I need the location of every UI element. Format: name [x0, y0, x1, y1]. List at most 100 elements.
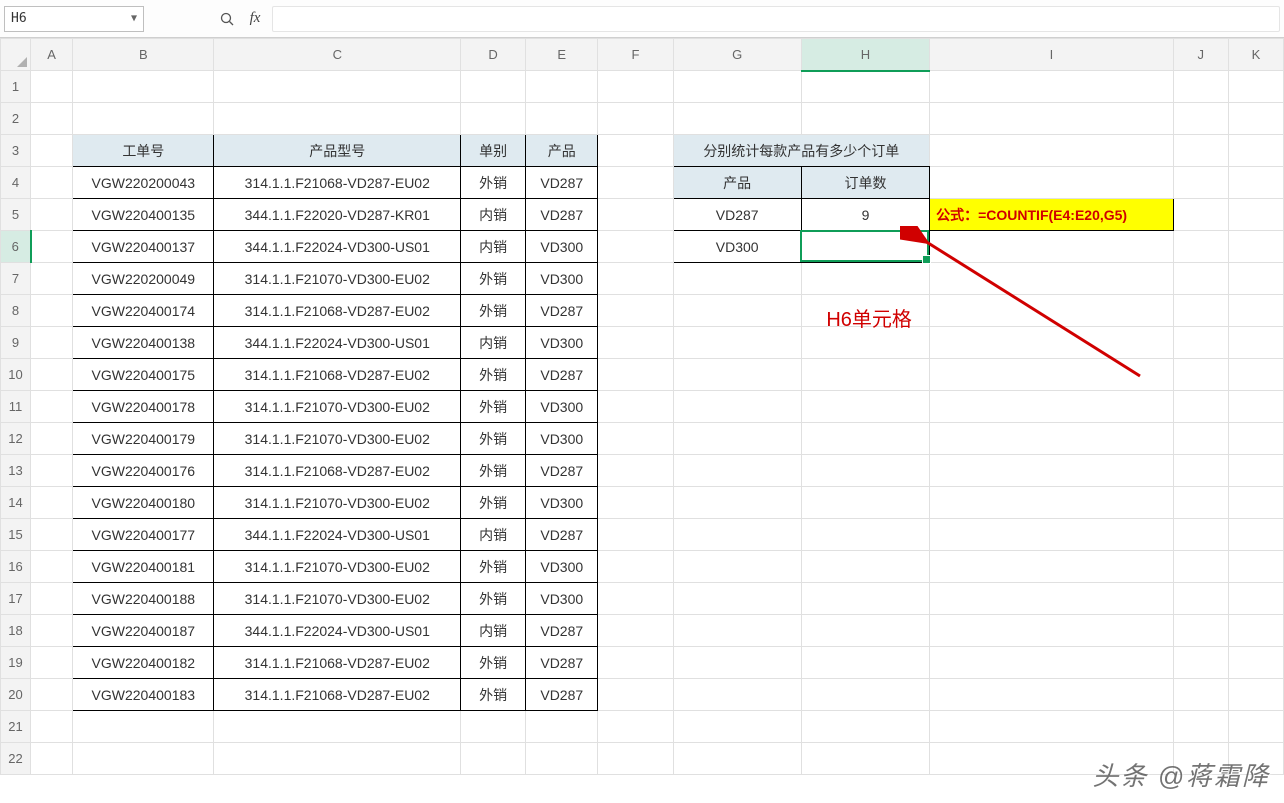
cell-F4[interactable]: [598, 167, 673, 199]
cell-E3[interactable]: 产品: [526, 135, 598, 167]
cell-G12[interactable]: [673, 423, 801, 455]
col-header-I[interactable]: I: [930, 39, 1174, 71]
cell-I18[interactable]: [930, 615, 1174, 647]
cell-F19[interactable]: [598, 647, 673, 679]
cell-B4[interactable]: VGW220200043: [73, 167, 214, 199]
cell-K1[interactable]: [1228, 71, 1283, 103]
row-header-12[interactable]: 12: [1, 423, 31, 455]
col-header-B[interactable]: B: [73, 39, 214, 71]
cell-D1[interactable]: [461, 71, 526, 103]
cell-A6[interactable]: [31, 231, 73, 263]
cell-C8[interactable]: 314.1.1.F21068-VD287-EU02: [214, 295, 461, 327]
row-header-7[interactable]: 7: [1, 263, 31, 295]
cell-B21[interactable]: [73, 711, 214, 743]
name-box[interactable]: H6 ▼: [4, 6, 144, 32]
cell-K16[interactable]: [1228, 551, 1283, 583]
cell-I11[interactable]: [930, 391, 1174, 423]
cell-D16[interactable]: 外销: [461, 551, 526, 583]
chevron-down-icon[interactable]: ▼: [131, 13, 137, 24]
cell-D7[interactable]: 外销: [461, 263, 526, 295]
row-header-2[interactable]: 2: [1, 103, 31, 135]
cell-G4[interactable]: 产品: [673, 167, 801, 199]
row-header-4[interactable]: 4: [1, 167, 31, 199]
cell-I20[interactable]: [930, 679, 1174, 711]
cell-D20[interactable]: 外销: [461, 679, 526, 711]
cell-A20[interactable]: [31, 679, 73, 711]
cell-D21[interactable]: [461, 711, 526, 743]
cell-G21[interactable]: [673, 711, 801, 743]
cell-C12[interactable]: 314.1.1.F21070-VD300-EU02: [214, 423, 461, 455]
cell-H16[interactable]: [801, 551, 929, 583]
cell-G7[interactable]: [673, 263, 801, 295]
cell-F9[interactable]: [598, 327, 673, 359]
cell-E16[interactable]: VD300: [526, 551, 598, 583]
cell-I2[interactable]: [930, 103, 1174, 135]
cell-B22[interactable]: [73, 743, 214, 775]
cell-H19[interactable]: [801, 647, 929, 679]
cell-E20[interactable]: VD287: [526, 679, 598, 711]
row-header-9[interactable]: 9: [1, 327, 31, 359]
cell-D9[interactable]: 内销: [461, 327, 526, 359]
cell-J14[interactable]: [1173, 487, 1228, 519]
cell-A15[interactable]: [31, 519, 73, 551]
cell-A22[interactable]: [31, 743, 73, 775]
cell-B20[interactable]: VGW220400183: [73, 679, 214, 711]
cell-D5[interactable]: 内销: [461, 199, 526, 231]
cell-C9[interactable]: 344.1.1.F22024-VD300-US01: [214, 327, 461, 359]
col-header-F[interactable]: F: [598, 39, 673, 71]
cell-H4[interactable]: 订单数: [801, 167, 929, 199]
cell-B17[interactable]: VGW220400188: [73, 583, 214, 615]
cell-D6[interactable]: 内销: [461, 231, 526, 263]
cell-B6[interactable]: VGW220400137: [73, 231, 214, 263]
cell-E8[interactable]: VD287: [526, 295, 598, 327]
cell-E4[interactable]: VD287: [526, 167, 598, 199]
cell-F11[interactable]: [598, 391, 673, 423]
cell-C5[interactable]: 344.1.1.F22020-VD287-KR01: [214, 199, 461, 231]
cell-B9[interactable]: VGW220400138: [73, 327, 214, 359]
cell-I15[interactable]: [930, 519, 1174, 551]
cell-G17[interactable]: [673, 583, 801, 615]
cell-A14[interactable]: [31, 487, 73, 519]
cell-D19[interactable]: 外销: [461, 647, 526, 679]
cell-H12[interactable]: [801, 423, 929, 455]
cell-F10[interactable]: [598, 359, 673, 391]
cell-A17[interactable]: [31, 583, 73, 615]
cell-E5[interactable]: VD287: [526, 199, 598, 231]
cell-C19[interactable]: 314.1.1.F21068-VD287-EU02: [214, 647, 461, 679]
cell-D17[interactable]: 外销: [461, 583, 526, 615]
cell-I19[interactable]: [930, 647, 1174, 679]
cell-E17[interactable]: VD300: [526, 583, 598, 615]
cell-B2[interactable]: [73, 103, 214, 135]
col-header-J[interactable]: J: [1173, 39, 1228, 71]
grid-table[interactable]: ABCDEFGHIJK 123工单号产品型号单别产品分别统计每款产品有多少个订单…: [0, 38, 1284, 775]
col-header-A[interactable]: A: [31, 39, 73, 71]
cell-B15[interactable]: VGW220400177: [73, 519, 214, 551]
cell-G16[interactable]: [673, 551, 801, 583]
cell-B13[interactable]: VGW220400176: [73, 455, 214, 487]
cell-A4[interactable]: [31, 167, 73, 199]
cell-K14[interactable]: [1228, 487, 1283, 519]
col-header-C[interactable]: C: [214, 39, 461, 71]
cell-H18[interactable]: [801, 615, 929, 647]
cell-K2[interactable]: [1228, 103, 1283, 135]
cell-E1[interactable]: [526, 71, 598, 103]
cell-E9[interactable]: VD300: [526, 327, 598, 359]
cell-A11[interactable]: [31, 391, 73, 423]
cell-H21[interactable]: [801, 711, 929, 743]
cell-F5[interactable]: [598, 199, 673, 231]
cell-F14[interactable]: [598, 487, 673, 519]
row-header-5[interactable]: 5: [1, 199, 31, 231]
cell-E14[interactable]: VD300: [526, 487, 598, 519]
cell-F13[interactable]: [598, 455, 673, 487]
cell-B5[interactable]: VGW220400135: [73, 199, 214, 231]
cell-H14[interactable]: [801, 487, 929, 519]
zoom-icon[interactable]: [216, 8, 238, 30]
cell-F21[interactable]: [598, 711, 673, 743]
cell-K3[interactable]: [1228, 135, 1283, 167]
cell-F20[interactable]: [598, 679, 673, 711]
cell-H1[interactable]: [801, 71, 929, 103]
cell-G9[interactable]: [673, 327, 801, 359]
cell-I8[interactable]: [930, 295, 1174, 327]
cell-B3[interactable]: 工单号: [73, 135, 214, 167]
cell-I3[interactable]: [930, 135, 1174, 167]
